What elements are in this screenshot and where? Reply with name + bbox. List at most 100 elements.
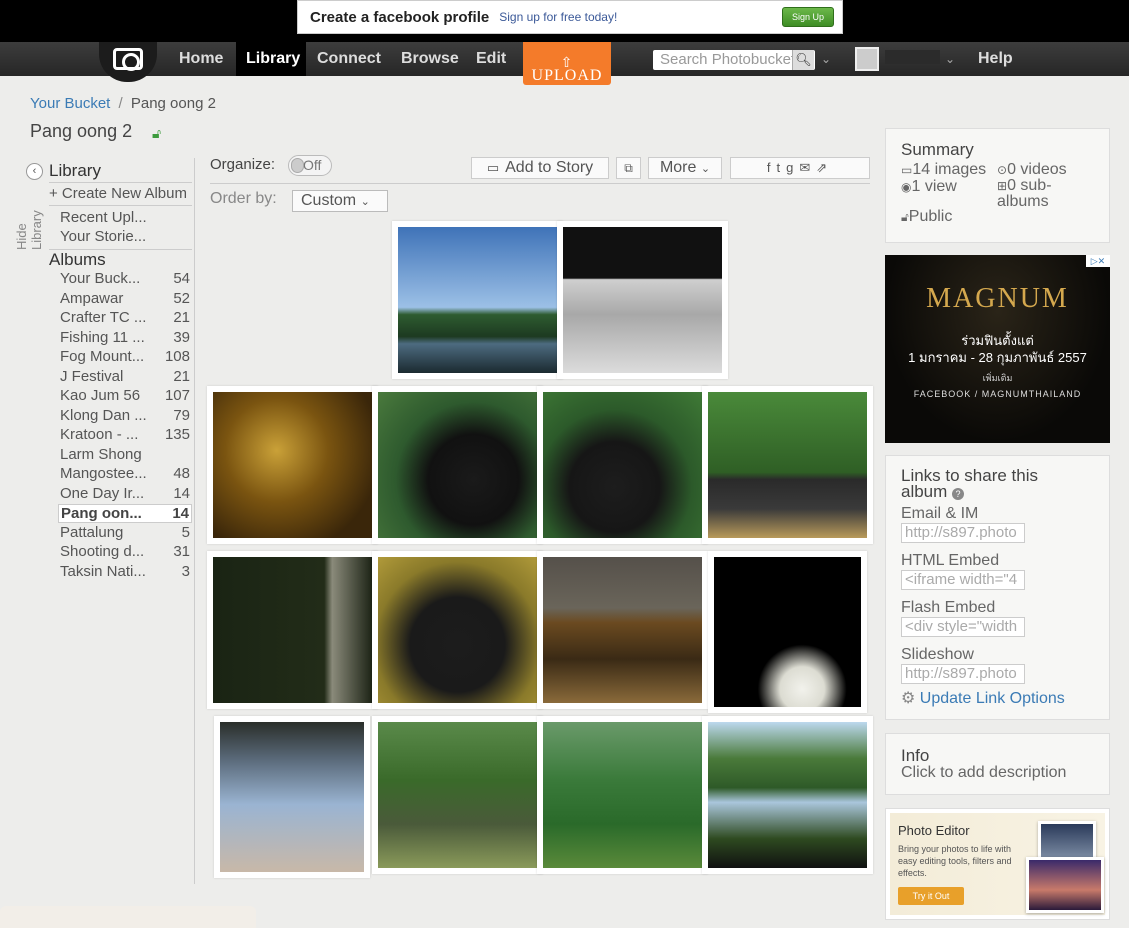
nav-library[interactable]: Library (236, 42, 306, 76)
summary-panel: Summary ▭14 images ⊙0 videos ◉1 view ⊞0 … (885, 128, 1110, 243)
album-item[interactable]: Klong Dan ... 79 (58, 407, 192, 426)
photo-thumbnail[interactable] (372, 551, 543, 709)
facebook-ad[interactable]: Create a facebook profile Sign up for fr… (297, 0, 843, 34)
breadcrumb-root[interactable]: Your Bucket (30, 95, 110, 112)
user-name-redacted[interactable] (885, 50, 940, 64)
album-name: Fishing 11 ... (60, 328, 145, 346)
nav-edit[interactable]: Edit (466, 42, 516, 76)
album-item[interactable]: J Festival 21 (58, 368, 192, 387)
nav-help[interactable]: Help (968, 42, 1023, 76)
upload-button[interactable]: ⇧ UPLOAD (523, 42, 611, 85)
help-icon[interactable]: ? (952, 488, 965, 500)
photo-thumbnail[interactable] (392, 221, 563, 379)
description-field[interactable]: Click to add description (901, 764, 1066, 782)
photobucket-logo[interactable] (99, 42, 157, 82)
unlock-icon[interactable]: 🔓︎ (152, 125, 161, 142)
photo-thumbnail[interactable] (372, 386, 543, 544)
search-chevron-down-icon[interactable]: ⌄ (821, 52, 831, 66)
photo-thumbnail[interactable] (702, 716, 873, 874)
album-name: Shooting d... (60, 543, 145, 560)
magnum-ad[interactable]: ▷✕ MAGNUM ร่วมฟินตั้งแต่ 1 มกราคม - 28 ก… (885, 255, 1110, 443)
album-item[interactable]: Shooting d... 31 (58, 543, 192, 562)
search-input[interactable]: Search Photobucket (653, 50, 815, 70)
album-name: J Festival (60, 367, 124, 385)
chevron-down-icon: ⌄ (700, 163, 711, 175)
html-embed-field[interactable]: <iframe width="4 (901, 570, 1025, 590)
ad-title: Photo Editor (898, 823, 970, 838)
breadcrumb-separator: / (118, 95, 123, 112)
album-item[interactable]: Crafter TC ... 21 (58, 309, 192, 328)
your-stories-link[interactable]: Your Storie... (60, 228, 146, 245)
email-link-field[interactable]: http://s897.photo (901, 523, 1025, 543)
fb-ad-subtitle[interactable]: Sign up for free today! (499, 10, 617, 24)
nav-home[interactable]: Home (169, 42, 233, 76)
collapse-library-icon[interactable]: ‹ (26, 163, 43, 180)
slideshow-icon[interactable]: ⧉ (616, 157, 641, 179)
album-item[interactable]: Your Buck... 54 (58, 270, 192, 289)
update-link-options[interactable]: ⚙ Update Link Options (901, 688, 1065, 708)
user-chevron-down-icon[interactable]: ⌄ (945, 52, 955, 66)
photo-thumbnail[interactable] (537, 716, 708, 874)
order-by-select[interactable]: Custom ⌄ (292, 190, 388, 212)
hide-library-toggle[interactable]: Hide Library (14, 190, 50, 250)
recent-uploads-link[interactable]: Recent Upl... (60, 209, 147, 226)
twitter-icon[interactable]: t (776, 160, 786, 175)
photo-thumbnail[interactable] (372, 716, 543, 874)
divider (210, 183, 870, 184)
photo-thumbnail[interactable] (207, 386, 378, 544)
email-icon[interactable]: ✉ (799, 160, 816, 175)
slideshow-field[interactable]: http://s897.photo (901, 664, 1025, 684)
photo-editor-ad[interactable]: Photo Editor Bring your photos to life w… (885, 808, 1110, 920)
nav-connect[interactable]: Connect (307, 42, 391, 76)
album-count: 31 (173, 543, 190, 560)
album-item[interactable]: Kratoon - ... 135 (58, 426, 192, 445)
email-label: Email & IM (901, 505, 979, 522)
ad-close-icon[interactable]: ▷✕ (1086, 255, 1110, 267)
photo-thumbnail[interactable] (537, 551, 708, 709)
album-item[interactable]: Fishing 11 ... 39 (58, 329, 192, 348)
album-count: 108 (164, 348, 190, 365)
photo-thumbnail[interactable] (708, 551, 867, 713)
chevron-down-icon: ⌄ (360, 196, 370, 208)
album-item[interactable]: One Day Ir... 14 (58, 485, 192, 504)
more-dropdown[interactable]: More ⌄ (648, 157, 722, 179)
photo-thumbnail[interactable] (207, 551, 378, 709)
album-item[interactable]: Kao Jum 56 107 (58, 387, 192, 406)
album-name: Klong Dan ... (60, 406, 147, 424)
album-count: 107 (164, 387, 190, 404)
photo-thumbnail[interactable] (214, 716, 370, 878)
googleplus-icon[interactable]: g (786, 160, 799, 175)
album-name: Kao Jum 56 (60, 387, 141, 404)
album-name: Your Buck... (60, 270, 141, 287)
flash-embed-field[interactable]: <div style="width (901, 617, 1025, 637)
album-name: Taksin Nati... (60, 562, 146, 580)
album-item[interactable]: Fog Mount... 108 (58, 348, 192, 367)
create-album-link[interactable]: + Create New Album (49, 185, 194, 202)
album-item[interactable]: Mangostee... 48 (58, 465, 192, 484)
album-item[interactable]: Taksin Nati... 3 (58, 563, 192, 582)
album-name: Pang oon... (61, 505, 142, 522)
story-icon: ▭ (486, 160, 500, 175)
album-item[interactable]: Pang oon... 14 (58, 504, 192, 523)
avatar[interactable] (855, 47, 879, 71)
photo-thumbnail[interactable] (557, 221, 728, 379)
share-icon[interactable]: ⇗ (816, 160, 833, 175)
privacy-status[interactable]: 🔓︎Public (901, 208, 952, 226)
add-to-story-button[interactable]: ▭ Add to Story (471, 157, 609, 179)
search-icon[interactable]: 🔍︎ (792, 50, 814, 70)
album-item[interactable]: Larm Shong (58, 446, 192, 465)
fb-signup-button[interactable]: Sign Up (782, 7, 834, 27)
try-it-out-button[interactable]: Try it Out (898, 887, 964, 905)
ad-brand: MAGNUM (926, 283, 1069, 314)
album-count: 54 (173, 270, 190, 287)
nav-browse[interactable]: Browse (391, 42, 469, 76)
camera-icon (113, 48, 143, 71)
organize-toggle[interactable]: Off (288, 155, 332, 176)
album-item[interactable]: Ampawar 52 (58, 290, 192, 309)
share-links-panel: Links to share this album ? Email & IM h… (885, 455, 1110, 720)
album-item[interactable]: Pattalung 5 (58, 524, 192, 543)
video-icon: ⊙ (997, 163, 1008, 177)
organize-label: Organize: (210, 156, 276, 173)
photo-thumbnail[interactable] (537, 386, 708, 544)
photo-thumbnail[interactable] (702, 386, 873, 544)
